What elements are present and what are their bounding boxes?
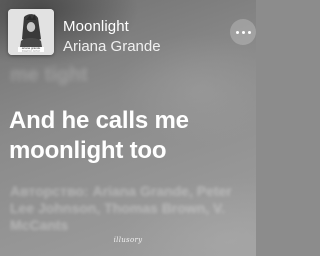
- album-art[interactable]: ariana grande dangerous woman: [8, 9, 54, 55]
- album-art-sublabel: dangerous woman: [22, 50, 41, 53]
- lyric-current-line[interactable]: And he calls me moonlight too: [9, 106, 249, 166]
- now-playing-header: ariana grande dangerous woman Moonlight …: [8, 9, 256, 55]
- songwriter-credits: Авторство: Ariana Grande, Peter Lee John…: [10, 183, 232, 233]
- ellipsis-icon: [247, 30, 251, 34]
- artist-name[interactable]: Ariana Grande: [63, 38, 161, 55]
- ellipsis-icon: [235, 30, 239, 34]
- watermark: illusory: [113, 236, 143, 244]
- album-art-icon: ariana grande dangerous woman: [8, 9, 54, 55]
- more-options-button[interactable]: [230, 19, 256, 45]
- album-art-label: ariana grande: [22, 46, 41, 50]
- ellipsis-icon: [241, 30, 245, 34]
- lyric-previous-line[interactable]: me tight: [10, 64, 88, 87]
- song-title[interactable]: Moonlight: [63, 18, 129, 35]
